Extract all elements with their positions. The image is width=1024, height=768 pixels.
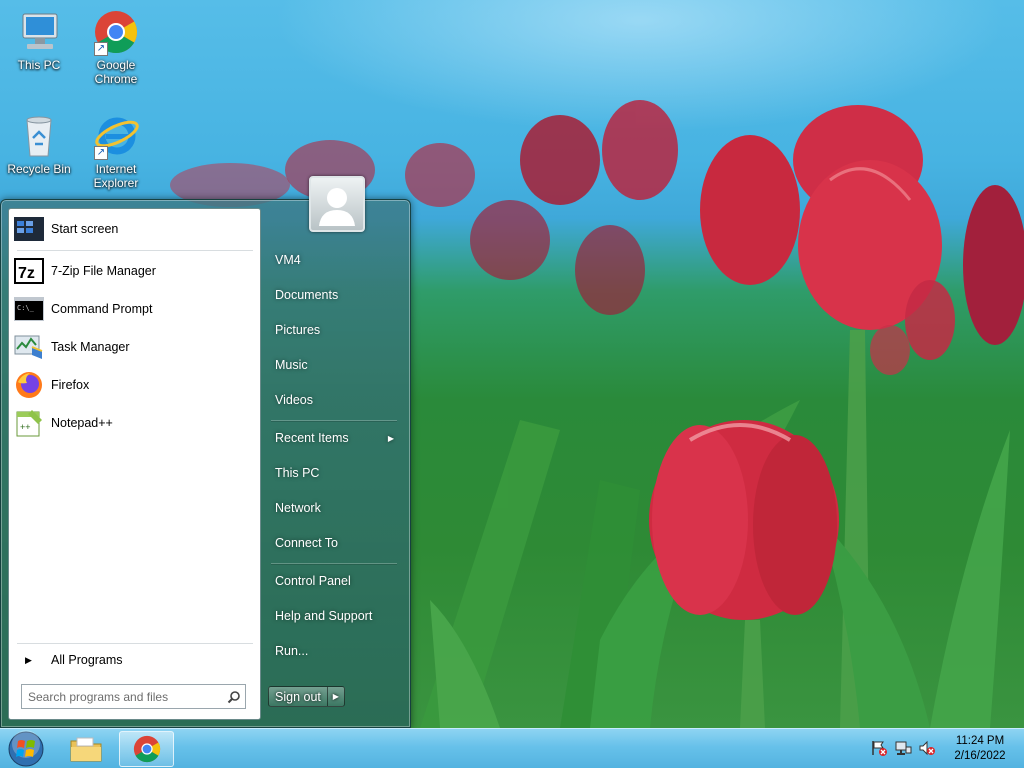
all-programs-label: All Programs: [51, 653, 123, 667]
start-link-label: Pictures: [275, 323, 321, 337]
start-menu-programs-pane: Start screen 7z 7-Zip File Manager C:\_: [8, 208, 261, 720]
start-right-separator: [271, 563, 397, 564]
taskbar: 11:24 PM 2/16/2022: [0, 728, 1024, 768]
start-link-label: Control Panel: [275, 574, 351, 588]
start-search-box[interactable]: [21, 684, 246, 709]
task-manager-icon: [13, 331, 45, 363]
start-link-label: Music: [275, 358, 308, 372]
start-link-music[interactable]: Music: [268, 350, 398, 380]
sign-out-button[interactable]: Sign out: [269, 687, 328, 706]
pinned-item-command-prompt[interactable]: C:\_ Command Prompt: [13, 292, 257, 326]
pinned-item-label: 7-Zip File Manager: [51, 264, 156, 278]
volume-muted-icon[interactable]: [918, 739, 936, 757]
start-link-run[interactable]: Run...: [268, 636, 398, 666]
desktop-icon-google-chrome[interactable]: ↗ Google Chrome: [78, 8, 154, 86]
user-icon: [319, 188, 355, 226]
pinned-item-label: Firefox: [51, 378, 90, 392]
pinned-item-firefox[interactable]: Firefox: [13, 368, 257, 402]
pinned-item-task-manager[interactable]: Task Manager: [13, 330, 257, 364]
pinned-item-label: Notepad++: [51, 416, 113, 430]
start-link-control-panel[interactable]: Control Panel: [268, 566, 398, 596]
firefox-icon: [13, 369, 45, 401]
pinned-item-label: Start screen: [51, 222, 119, 236]
svg-text:C:\_: C:\_: [17, 304, 35, 312]
desktop-icon-internet-explorer[interactable]: ↗ Internet Explorer: [78, 112, 154, 190]
pinned-item-label: Command Prompt: [51, 302, 153, 316]
start-screen-icon: [13, 213, 45, 245]
svg-text:7z: 7z: [18, 265, 35, 282]
start-link-pictures[interactable]: Pictures: [268, 315, 398, 345]
internet-explorer-icon: ↗: [92, 112, 140, 160]
chevron-right-icon: ▶: [25, 654, 32, 665]
start-link-help-and-support[interactable]: Help and Support: [268, 601, 398, 631]
start-link-connect-to[interactable]: Connect To: [268, 528, 398, 558]
pinned-item-notepad-plus-plus[interactable]: ++ Notepad++: [13, 406, 257, 440]
desktop-icon-this-pc[interactable]: This PC: [1, 8, 77, 72]
recycle-bin-icon: [15, 112, 63, 160]
network-icon[interactable]: [894, 739, 912, 757]
chrome-icon: [133, 735, 160, 763]
start-link-documents[interactable]: Documents: [268, 280, 398, 310]
taskbar-google-chrome[interactable]: [119, 731, 174, 767]
taskbar-file-explorer[interactable]: [58, 731, 113, 767]
start-link-network[interactable]: Network: [268, 493, 398, 523]
shutdown-options-arrow-icon[interactable]: ▶: [328, 687, 344, 706]
shortcut-arrow-icon: ↗: [94, 42, 108, 56]
pinned-separator: [17, 250, 253, 251]
user-account-picture[interactable]: [309, 176, 365, 232]
7zip-icon: 7z: [13, 255, 45, 287]
windows-logo-icon: [8, 730, 44, 767]
clock-time: 11:24 PM: [955, 735, 1005, 747]
start-menu: Start screen 7z 7-Zip File Manager C:\_: [0, 176, 411, 728]
start-link-label: VM4: [275, 253, 301, 267]
pinned-item-label: Task Manager: [51, 340, 130, 354]
search-icon[interactable]: [223, 687, 245, 707]
start-button[interactable]: [6, 730, 46, 768]
desktop-icon-label: Explorer: [93, 176, 139, 190]
clock-date: 2/16/2022: [954, 750, 1006, 762]
pinned-item-start-screen[interactable]: Start screen: [13, 212, 257, 246]
desktop-icon-label: Chrome: [94, 72, 138, 86]
search-input[interactable]: [22, 686, 223, 707]
start-link-label: Videos: [275, 393, 313, 407]
system-tray: [870, 739, 936, 757]
action-center-flag-icon[interactable]: [870, 739, 888, 757]
start-link-label: Help and Support: [275, 609, 373, 623]
start-right-separator: [271, 420, 397, 421]
taskbar-clock[interactable]: 11:24 PM 2/16/2022: [944, 734, 1016, 764]
all-programs-separator: [17, 643, 253, 644]
desktop-icon-recycle-bin[interactable]: Recycle Bin: [1, 112, 77, 176]
computer-icon: [15, 8, 63, 56]
start-link-label: Network: [275, 501, 321, 515]
chrome-icon: ↗: [92, 8, 140, 56]
start-link-label: Connect To: [275, 536, 339, 550]
desktop-icon-label: Recycle Bin: [7, 162, 71, 176]
start-link-label: Recent Items: [275, 431, 349, 445]
sign-out-button-group: Sign out ▶: [268, 686, 345, 707]
command-prompt-icon: C:\_: [13, 293, 45, 325]
start-link-label: This PC: [275, 466, 320, 480]
start-link-this-pc[interactable]: This PC: [268, 458, 398, 488]
shortcut-arrow-icon: ↗: [94, 146, 108, 160]
pinned-item-7zip[interactable]: 7z 7-Zip File Manager: [13, 254, 257, 288]
all-programs-button[interactable]: ▶ All Programs: [13, 649, 257, 671]
folder-icon: [70, 737, 101, 762]
start-link-recent-items[interactable]: Recent Items ▶: [268, 423, 398, 453]
svg-text:++: ++: [20, 422, 31, 432]
desktop-icon-label: Internet: [95, 162, 137, 176]
chevron-right-icon: ▶: [387, 433, 394, 443]
notepad-plus-plus-icon: ++: [13, 407, 45, 439]
start-link-label: Run...: [275, 644, 309, 658]
desktop-icon-label: This PC: [17, 58, 61, 72]
start-link-videos[interactable]: Videos: [268, 385, 398, 415]
desktop-icon-label: Google: [96, 58, 136, 72]
start-link-user-folder[interactable]: VM4: [268, 245, 398, 275]
start-link-label: Documents: [275, 288, 339, 302]
